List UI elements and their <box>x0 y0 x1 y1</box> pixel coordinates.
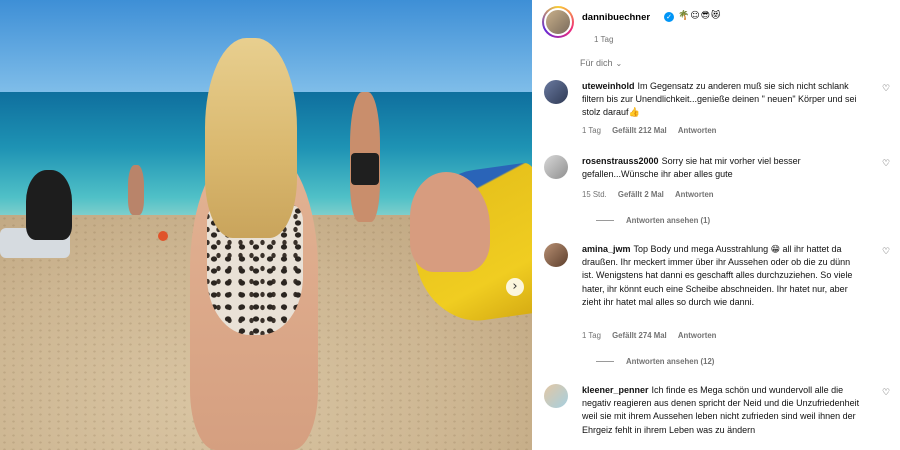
comment-body: kleener_penner Ich finde es Mega schön un… <box>582 384 864 437</box>
divider-line <box>596 220 614 222</box>
comment-time: 1 Tag <box>582 126 601 135</box>
comment-username[interactable]: rosenstrauss2000 <box>582 156 659 166</box>
view-replies-label: Antworten ansehen (1) <box>626 216 711 225</box>
comment-username[interactable]: uteweinhold <box>582 81 635 91</box>
heart-outline-icon[interactable]: ♡ <box>882 247 890 257</box>
reply-button[interactable]: Antworten <box>675 190 714 199</box>
comment-likes[interactable]: Gefällt 212 Mal <box>612 126 667 135</box>
view-replies-button[interactable]: Antworten ansehen (12) <box>596 357 714 366</box>
photo-child <box>128 165 144 215</box>
post-header: dannibuechner ✓ 🌴☺😎😻 1 Tag <box>542 6 892 46</box>
divider-line <box>596 361 614 363</box>
verified-badge-icon: ✓ <box>664 12 674 22</box>
comment-likes[interactable]: Gefällt 274 Mal <box>612 331 667 340</box>
sort-label: Für dich <box>580 58 613 68</box>
comments-panel: dannibuechner ✓ 🌴☺😎😻 1 Tag Für dich ⌄ ute… <box>532 0 900 450</box>
reply-button[interactable]: Antworten <box>678 331 717 340</box>
author-avatar[interactable] <box>542 6 574 38</box>
comment-sort-dropdown[interactable]: Für dich ⌄ <box>580 58 622 68</box>
commenter-avatar[interactable] <box>544 384 568 408</box>
reply-button[interactable]: Antworten <box>678 126 717 135</box>
photo-ball <box>158 231 168 241</box>
comment-time: 15 Std. <box>582 190 607 199</box>
comment-likes[interactable]: Gefällt 2 Mal <box>618 190 664 199</box>
chevron-down-icon: ⌄ <box>615 59 623 68</box>
next-slide-button[interactable]: › <box>506 278 524 296</box>
photo-woman-hair <box>205 38 297 238</box>
comment-body: amina_jwm Top Body und mega Ausstrahlung … <box>582 243 864 309</box>
author-username[interactable]: dannibuechner <box>582 12 650 23</box>
comment-time: 1 Tag <box>582 331 601 340</box>
post-time: 1 Tag <box>594 35 614 44</box>
commenter-avatar[interactable] <box>544 243 568 267</box>
comment-body: rosenstrauss2000 Sorry sie hat mir vorher… <box>582 155 864 181</box>
post-media[interactable]: › <box>0 0 532 450</box>
comment-meta: 1 Tag Gefällt 212 Mal Antworten <box>582 126 725 135</box>
heart-outline-icon[interactable]: ♡ <box>882 159 890 169</box>
heart-outline-icon[interactable]: ♡ <box>882 84 890 94</box>
comment-meta: 15 Std. Gefällt 2 Mal Antworten <box>582 190 723 199</box>
commenter-avatar[interactable] <box>544 155 568 179</box>
comment-username[interactable]: kleener_penner <box>582 385 649 395</box>
photo-sitting-woman <box>26 170 72 240</box>
commenter-avatar[interactable] <box>544 80 568 104</box>
view-replies-label: Antworten ansehen (12) <box>626 357 715 366</box>
comment-meta: 1 Tag Gefällt 274 Mal Antworten <box>582 331 725 340</box>
view-replies-button[interactable]: Antworten ansehen (1) <box>596 216 710 225</box>
photo-man-shorts <box>351 153 379 185</box>
comment-body: uteweinhold Im Gegensatz zu anderen muß s… <box>582 80 864 120</box>
header-emojis: 🌴☺😎😻 <box>678 11 722 21</box>
comment-username[interactable]: amina_jwm <box>582 244 631 254</box>
chevron-right-icon: › <box>512 279 518 294</box>
heart-outline-icon[interactable]: ♡ <box>882 388 890 398</box>
